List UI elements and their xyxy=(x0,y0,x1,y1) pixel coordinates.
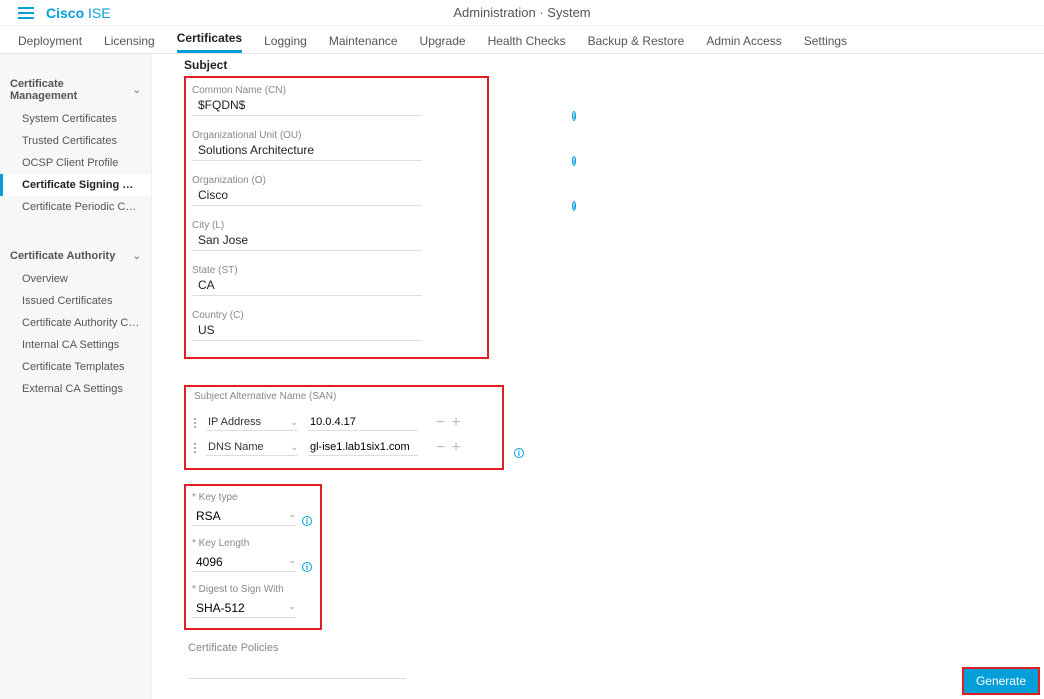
sidebar-section-0[interactable]: Certificate Management⌄ xyxy=(0,72,151,108)
brand-logo: Cisco ISE xyxy=(46,5,111,21)
key-length-select[interactable] xyxy=(192,552,296,572)
sidebar-item-certificate-authority-certificat-[interactable]: Certificate Authority Certificat... xyxy=(0,312,151,334)
digest-select[interactable] xyxy=(192,598,296,618)
tab-health-checks[interactable]: Health Checks xyxy=(488,28,566,53)
sidebar-item-ocsp-client-profile[interactable]: OCSP Client Profile xyxy=(0,152,151,174)
digest-label: Digest to Sign With xyxy=(192,584,314,595)
key-type-select[interactable] xyxy=(192,506,296,526)
sidebar-item-certificate-periodic-check-se-[interactable]: Certificate Periodic Check Se... xyxy=(0,196,151,218)
key-box: Key type ⌄ i Key Length ⌄ i Digest to Si… xyxy=(184,484,322,630)
cn-label: Common Name (CN) xyxy=(192,85,422,96)
drag-handle-icon[interactable] xyxy=(194,418,196,428)
menu-icon[interactable] xyxy=(18,5,34,21)
sidebar-item-overview[interactable]: Overview xyxy=(0,268,151,290)
section-title: Subject xyxy=(184,58,1024,72)
ou-input[interactable] xyxy=(192,141,422,161)
tab-upgrade[interactable]: Upgrade xyxy=(420,28,466,53)
sidebar-item-external-ca-settings[interactable]: External CA Settings xyxy=(0,378,151,400)
san-type-select[interactable] xyxy=(206,414,298,431)
san-title: Subject Alternative Name (SAN) xyxy=(192,391,496,410)
cert-policies-label: Certificate Policies xyxy=(188,642,1024,654)
tab-settings[interactable]: Settings xyxy=(804,28,847,53)
tab-deployment[interactable]: Deployment xyxy=(18,28,82,53)
breadcrumb: Administration · System xyxy=(453,5,590,20)
san-row: ⌄−+ xyxy=(192,410,496,435)
o-label: Organization (O) xyxy=(192,175,422,186)
info-icon[interactable]: i xyxy=(302,516,312,526)
sidebar-item-internal-ca-settings[interactable]: Internal CA Settings xyxy=(0,334,151,356)
tab-certificates[interactable]: Certificates xyxy=(177,25,242,53)
add-icon[interactable]: + xyxy=(451,415,460,431)
info-icon[interactable]: i xyxy=(514,448,524,458)
key-length-label: Key Length xyxy=(192,538,314,549)
tab-maintenance[interactable]: Maintenance xyxy=(329,28,398,53)
l-label: City (L) xyxy=(192,220,477,231)
ou-label: Organizational Unit (OU) xyxy=(192,130,422,141)
brand-ise: ISE xyxy=(88,5,111,21)
tab-logging[interactable]: Logging xyxy=(264,28,307,53)
info-icon[interactable]: i xyxy=(302,562,312,572)
sidebar-item-system-certificates[interactable]: System Certificates xyxy=(0,108,151,130)
tab-admin-access[interactable]: Admin Access xyxy=(706,28,781,53)
st-input[interactable] xyxy=(192,276,422,296)
main-panel: Subject Common Name (CN) i Organizationa… xyxy=(152,54,1044,699)
sidebar-item-certificate-templates[interactable]: Certificate Templates xyxy=(0,356,151,378)
tabbar: Deployment Licensing Certificates Logging Ma… xyxy=(0,26,1044,54)
subject-box: Common Name (CN) i Organizational Unit (… xyxy=(184,76,489,359)
info-icon[interactable]: i xyxy=(572,201,576,211)
san-value-input[interactable] xyxy=(308,414,418,431)
brand-cisco: Cisco xyxy=(46,5,84,21)
tab-licensing[interactable]: Licensing xyxy=(104,28,155,53)
cert-policies-input[interactable] xyxy=(188,678,406,679)
san-value-input[interactable] xyxy=(308,439,418,456)
san-box: Subject Alternative Name (SAN) ⌄−+⌄−+ xyxy=(184,385,504,470)
c-input[interactable] xyxy=(192,321,422,341)
info-icon[interactable]: i xyxy=(572,111,576,121)
st-label: State (ST) xyxy=(192,265,477,276)
c-label: Country (C) xyxy=(192,310,477,321)
l-input[interactable] xyxy=(192,231,422,251)
sidebar-item-trusted-certificates[interactable]: Trusted Certificates xyxy=(0,130,151,152)
sidebar-item-certificate-signing-requests[interactable]: Certificate Signing Requests xyxy=(0,174,151,196)
key-type-label: Key type xyxy=(192,492,314,503)
sidebar: Certificate Management⌄System Certificat… xyxy=(0,54,152,699)
chevron-down-icon: ⌄ xyxy=(133,85,141,96)
cn-input[interactable] xyxy=(192,96,422,116)
remove-icon[interactable]: − xyxy=(436,415,445,431)
chevron-down-icon: ⌄ xyxy=(133,251,141,262)
o-input[interactable] xyxy=(192,186,422,206)
remove-icon[interactable]: − xyxy=(436,440,445,456)
drag-handle-icon[interactable] xyxy=(194,443,196,453)
sidebar-section-1[interactable]: Certificate Authority⌄ xyxy=(0,244,151,268)
sidebar-item-issued-certificates[interactable]: Issued Certificates xyxy=(0,290,151,312)
san-row: ⌄−+ xyxy=(192,435,496,460)
generate-button[interactable]: Generate xyxy=(962,667,1040,695)
tab-backup-restore[interactable]: Backup & Restore xyxy=(588,28,685,53)
san-type-select[interactable] xyxy=(206,439,298,456)
info-icon[interactable]: i xyxy=(572,156,576,166)
add-icon[interactable]: + xyxy=(451,440,460,456)
